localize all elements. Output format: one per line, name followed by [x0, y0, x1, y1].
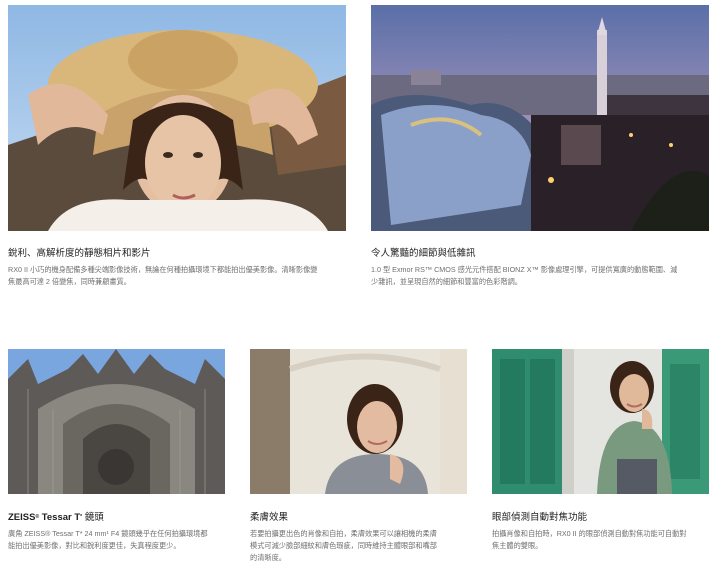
feature-title: 柔膚效果 [250, 512, 289, 523]
feature-title: ZEISS® Tessar T* 鏡頭 [8, 512, 104, 523]
feature-description: 若要拍攝更出色的肖像和自拍，柔膚效果可以讓相機的柔膚模式可減少臉部細紋和膚色瑕疵… [250, 529, 437, 562]
feature-description: RX0 II 小巧的機身配備多種尖端影像技術，無論在何種拍攝環境下都能拍出優美影… [8, 265, 318, 286]
cathedral-photo [8, 349, 225, 494]
woman-pillar-photo [250, 349, 467, 494]
feature-description: 廣角 ZEISS® Tessar T* 24 mm¹ F4 鏡頭幾乎在任何拍攝環… [8, 529, 208, 550]
portrait-photo [8, 5, 346, 231]
feature-title: 眼部偵測自動對焦功能 [492, 512, 588, 523]
feature-title: 銳利、高解析度的靜態相片和影片 [8, 248, 151, 259]
feature-description: 拍攝肖像和自拍時，RX0 II 的眼部偵測自動對焦功能可自動對焦主體的雙眼。 [492, 529, 687, 550]
feature-description: 1.0 型 Exmor RS™ CMOS 感光元件搭配 BIONZ X™ 影像處… [371, 265, 678, 286]
feature-title: 令人驚豔的細節與低雜訊 [371, 248, 476, 259]
woman-green-doors-photo [492, 349, 709, 494]
park-guell-photo [371, 5, 709, 231]
